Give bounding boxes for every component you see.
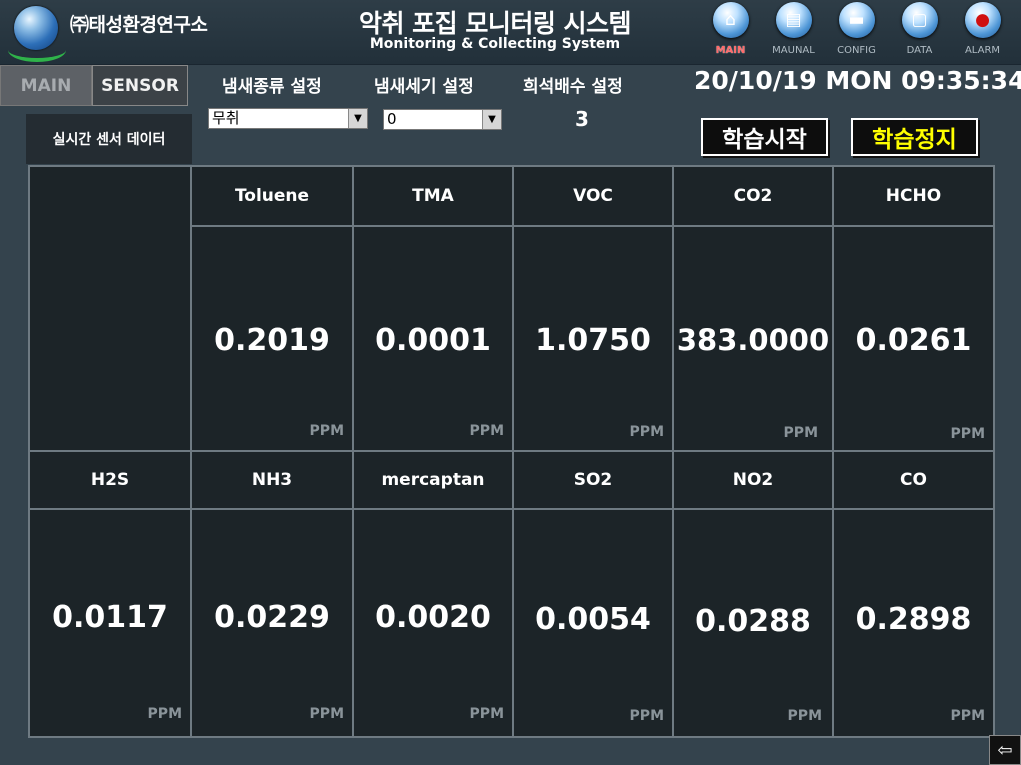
odor-intensity-label: 냄새세기 설정 [374,77,474,97]
sensor-header-hcho: HCHO [834,167,993,225]
sensor-value-cell: 0.2898 PPM [834,510,993,736]
sensor-value: 383.0000 [676,323,830,357]
sensor-value-cell: 0.0117 PPM [30,510,190,736]
sensor-header-voc: VOC [514,167,672,225]
sensor-value-cell: 0.0261 PPM [834,227,993,450]
alarm-icon: ● [964,2,1001,38]
back-arrow-button[interactable]: ⇦ [989,735,1021,765]
nav-label: DATA [906,45,933,56]
sensor-value: 1.0750 [535,323,651,358]
sensor-value-cell: 0.0054 PPM [514,510,672,736]
sensor-unit: PPM [629,424,664,440]
odor-type-label: 냄새종류 설정 [222,77,322,97]
dilution-label: 희석배수 설정 [523,77,623,97]
top-nav: ⌂ MAIN ▤ MAUNAL ▬ CONFIG ▢ DATA ● ALARM [702,2,1011,62]
sensor-value: 0.0020 [375,600,491,635]
config-icon: ▬ [838,2,875,38]
sensor-unit: PPM [629,708,664,724]
dilution-value: 3 [575,107,589,131]
sensor-header-nh3: NH3 [192,452,352,508]
realtime-sensor-label: 실시간 센서 데이터 [26,114,192,164]
empty-cell [30,167,190,450]
stop-learning-button[interactable]: 학습정지 [851,118,978,156]
dropdown-arrow-icon[interactable]: ▼ [482,110,501,129]
sensor-grid: Toluene TMA VOC CO2 HCHO 0.2019 PPM 0.00… [28,165,995,738]
sensor-header-toluene: Toluene [192,167,352,225]
sensor-header-mercaptan: mercaptan [354,452,512,508]
odor-intensity-value: 0 [387,110,397,128]
sensor-unit: PPM [469,706,504,722]
sensor-value: 0.0001 [375,323,491,358]
nav-manual[interactable]: ▤ MAUNAL [765,2,822,62]
sensor-value: 0.0229 [214,600,330,635]
sensor-header-h2s: H2S [30,452,190,508]
sensor-header-co2: CO2 [674,167,832,225]
odor-type-select[interactable]: 무취 ▼ [208,108,368,129]
nav-main[interactable]: ⌂ MAIN [702,2,759,62]
manual-icon: ▤ [775,2,812,38]
sensor-value: 0.2019 [214,323,330,358]
start-learning-button[interactable]: 학습시작 [701,118,828,156]
system-title: 악취 포집 모니터링 시스템 [358,9,632,38]
dropdown-arrow-icon[interactable]: ▼ [348,109,367,128]
datetime-display: 20/10/19 MON 09:35:34 [694,66,1021,95]
tab-sensor[interactable]: SENSOR [92,65,188,106]
sensor-value-cell: 1.0750 PPM [514,227,672,450]
sensor-unit: PPM [309,423,344,439]
sensor-value-cell: 383.0000 PPM [674,227,832,450]
nav-label: MAUNAL [772,45,815,56]
sensor-header-so2: SO2 [514,452,672,508]
sensor-header-tma: TMA [354,167,512,225]
sensor-value-cell: 0.0020 PPM [354,510,512,736]
data-icon: ▢ [901,2,938,38]
sensor-value: 0.0288 [695,604,811,639]
back-arrow-icon: ⇦ [997,739,1013,761]
sensor-value: 0.0054 [535,602,651,637]
sensor-unit: PPM [950,708,985,724]
sensor-value-cell: 0.0229 PPM [192,510,352,736]
nav-label: ALARM [964,45,1001,56]
sensor-value: 0.0117 [52,600,168,635]
odor-type-value: 무취 [212,109,240,127]
nav-alarm[interactable]: ● ALARM [954,2,1011,62]
sensor-unit: PPM [787,708,822,724]
nav-data[interactable]: ▢ DATA [891,2,948,62]
sensor-value-cell: 0.0288 PPM [674,510,832,736]
sensor-value-cell: 0.2019 PPM [192,227,352,450]
sensor-value: 0.2898 [855,602,972,637]
sensor-header-co: CO [834,452,993,508]
sensor-header-no2: NO2 [674,452,832,508]
tab-main[interactable]: MAIN [0,65,92,106]
sensor-unit: PPM [783,425,818,441]
sensor-unit: PPM [469,423,504,439]
header-bar: ㈜태성환경연구소 악취 포집 모니터링 시스템 Monitoring & Col… [0,0,1021,65]
nav-config[interactable]: ▬ CONFIG [828,2,885,62]
nav-label: MAIN [715,45,746,56]
system-subtitle: Monitoring & Collecting System [369,36,621,52]
sensor-value-cell: 0.0001 PPM [354,227,512,450]
sensor-value: 0.0261 [855,323,972,358]
sensor-unit: PPM [147,706,182,722]
sensor-unit: PPM [950,426,985,442]
sensor-unit: PPM [309,706,344,722]
logo-swoosh [8,38,66,62]
company-name: ㈜태성환경연구소 [70,14,208,36]
odor-intensity-select[interactable]: 0 ▼ [383,109,502,130]
nav-label: CONFIG [837,45,876,56]
house-icon: ⌂ [712,2,749,38]
